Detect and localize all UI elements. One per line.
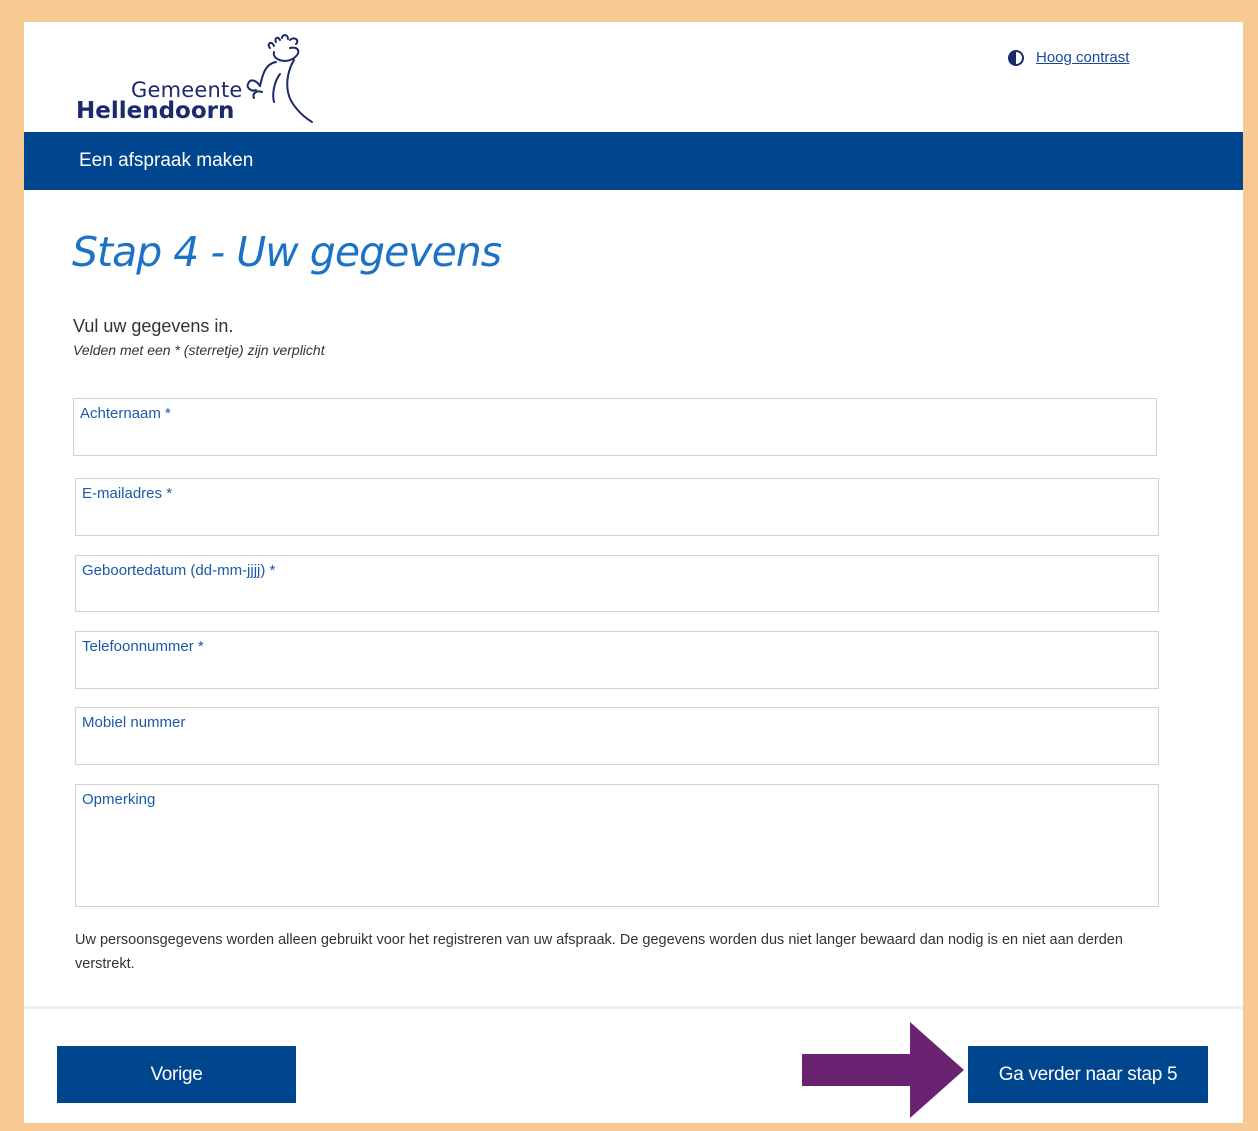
- email-field[interactable]: E-mailadres *: [75, 478, 1159, 536]
- email-label: E-mailadres *: [82, 485, 173, 502]
- mobiel-nummer-label: Mobiel nummer: [82, 714, 186, 731]
- required-fields-note: Velden met een * (sterretje) zijn verpli…: [73, 342, 325, 358]
- page-frame: Gemeente Hellendoorn Hoog contrast Een a…: [24, 22, 1243, 1123]
- form-intro: Vul uw gegevens in.: [73, 316, 234, 336]
- arrow-right-icon: [802, 1022, 964, 1118]
- opmerking-textarea[interactable]: [76, 811, 1158, 906]
- opmerking-label: Opmerking: [82, 791, 156, 808]
- logo-line-hellendoorn: Hellendoorn: [76, 98, 235, 124]
- next-step-button[interactable]: Ga verder naar stap 5: [968, 1046, 1208, 1103]
- achternaam-field[interactable]: Achternaam *: [73, 398, 1157, 456]
- page-banner: Een afspraak maken: [24, 132, 1243, 190]
- high-contrast-label[interactable]: Hoog contrast: [1036, 49, 1129, 66]
- banner-title: Een afspraak maken: [79, 150, 254, 171]
- previous-button[interactable]: Vorige: [57, 1046, 296, 1103]
- page-title: Stap 4 - Uw gegevens: [72, 228, 502, 276]
- footer-divider: [24, 1006, 1243, 1009]
- geboortedatum-input[interactable]: [76, 582, 1158, 611]
- telefoonnummer-field[interactable]: Telefoonnummer *: [75, 631, 1159, 689]
- geboortedatum-label: Geboortedatum (dd-mm-jjjj) *: [82, 562, 276, 579]
- mobiel-nummer-field[interactable]: Mobiel nummer: [75, 707, 1159, 765]
- geboortedatum-field[interactable]: Geboortedatum (dd-mm-jjjj) *: [75, 555, 1159, 612]
- email-input[interactable]: [76, 505, 1158, 535]
- achternaam-input[interactable]: [74, 425, 1156, 455]
- tree-logo-icon: [246, 34, 313, 123]
- opmerking-field[interactable]: Opmerking: [75, 784, 1159, 907]
- gemeente-logo[interactable]: Gemeente Hellendoorn: [76, 34, 316, 126]
- telefoonnummer-input[interactable]: [76, 658, 1158, 688]
- high-contrast-link[interactable]: Hoog contrast: [1008, 49, 1129, 66]
- site-header: Gemeente Hellendoorn Hoog contrast: [24, 22, 1243, 132]
- contrast-icon: [1008, 49, 1024, 66]
- telefoonnummer-label: Telefoonnummer *: [82, 638, 204, 655]
- achternaam-label: Achternaam *: [80, 405, 171, 422]
- privacy-notice: Uw persoonsgegevens worden alleen gebrui…: [75, 932, 1123, 972]
- mobiel-nummer-input[interactable]: [76, 734, 1158, 764]
